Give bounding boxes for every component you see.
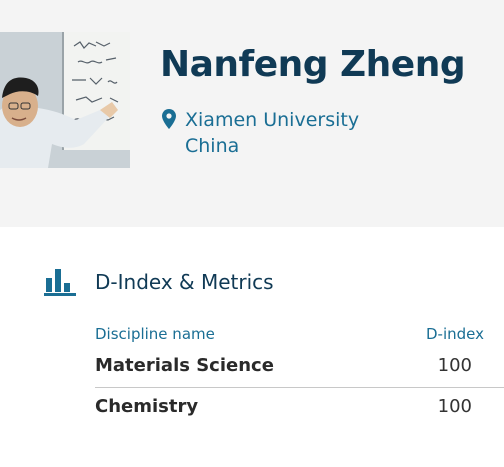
profile-photo-image (0, 32, 130, 168)
metrics-section-title: D-Index & Metrics (95, 270, 274, 294)
profile-photo (0, 32, 130, 168)
table-header: Discipline name D-index (95, 323, 504, 347)
dindex-value: 100 (437, 355, 472, 376)
affiliation: Xiamen University China (162, 107, 359, 159)
dindex-value: 100 (437, 396, 472, 417)
bar-chart-icon (44, 269, 76, 296)
metrics-table: Discipline name D-index Materials Scienc… (95, 323, 504, 428)
table-row: Materials Science 100 (95, 347, 504, 388)
profile-name: Nanfeng Zheng (160, 44, 466, 85)
map-pin-icon (162, 109, 176, 129)
column-header-discipline: Discipline name (95, 325, 215, 343)
institution-link[interactable]: Xiamen University (185, 107, 359, 133)
discipline-name: Chemistry (95, 396, 199, 417)
discipline-name: Materials Science (95, 355, 274, 376)
country-link[interactable]: China (185, 133, 359, 159)
column-header-dindex: D-index (425, 325, 484, 343)
profile-header: Nanfeng Zheng Xiamen University China (0, 0, 504, 227)
table-row: Chemistry 100 (95, 388, 504, 428)
